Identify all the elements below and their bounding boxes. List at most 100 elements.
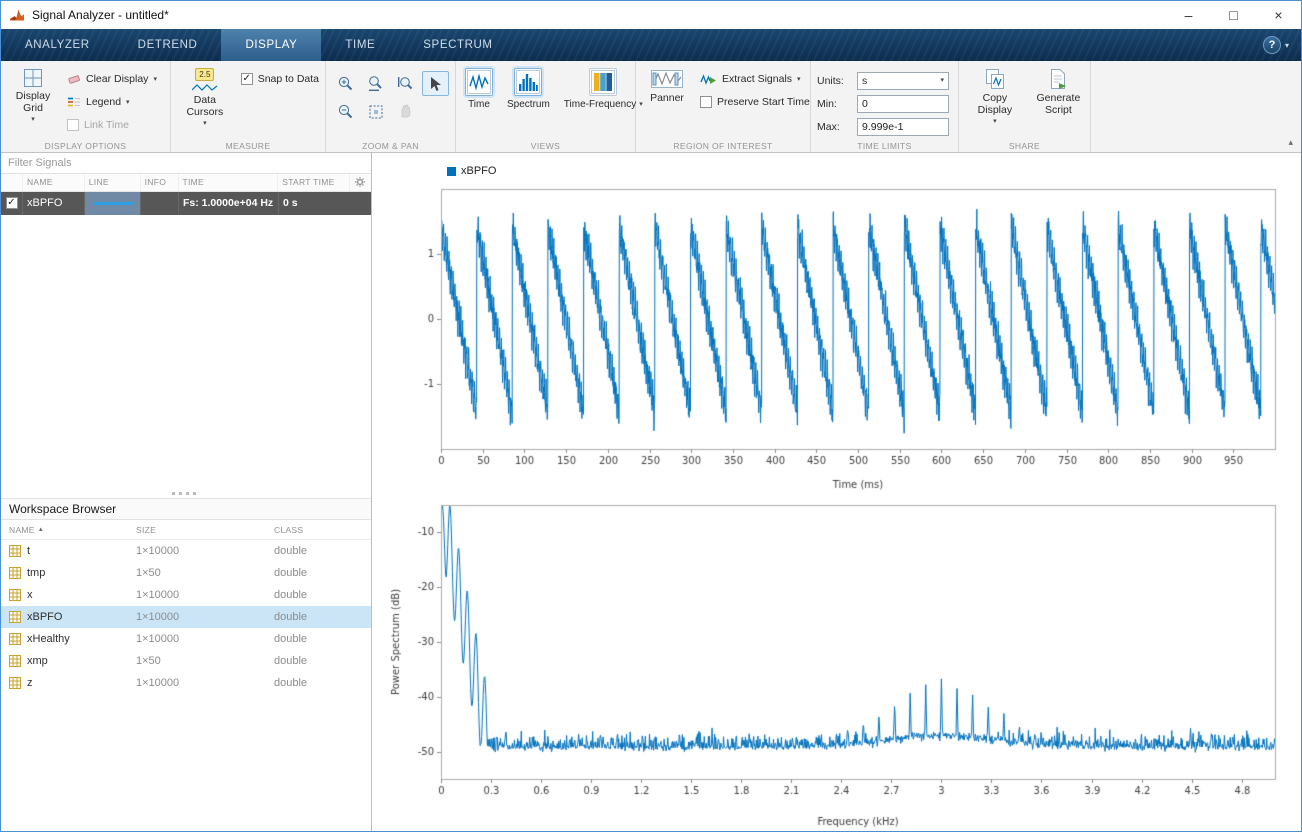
eraser-icon	[67, 73, 81, 85]
variable-icon	[9, 567, 21, 579]
variable-class: double	[274, 633, 354, 645]
chevron-down-icon: ▾	[153, 76, 157, 83]
minimize-button[interactable]: –	[1166, 1, 1211, 29]
time-plot-legend: xBPFO	[447, 165, 496, 177]
pointer-icon	[428, 76, 443, 92]
workspace-row[interactable]: tmp1×50double	[1, 562, 371, 584]
ribbon-filler: ▴	[1091, 61, 1301, 152]
time-plot-canvas[interactable]	[387, 187, 1287, 494]
generate-script-button[interactable]: Generate Script	[1033, 66, 1084, 136]
variable-size: 1×10000	[136, 633, 274, 645]
spectrum-view-icon	[516, 70, 540, 94]
signal-table-header: NAME LINE INFO TIME START TIME	[1, 174, 371, 192]
signal-name: xBPFO	[23, 192, 85, 215]
section-label: SHARE	[959, 141, 1090, 151]
variable-class: double	[274, 611, 354, 623]
help-menu[interactable]: ? ▾	[1263, 29, 1301, 61]
section-label: ZOOM & PAN	[326, 141, 455, 151]
workspace-header-name[interactable]: NAME ▲	[1, 525, 136, 535]
extract-signals-button[interactable]: Extract Signals ▾	[700, 70, 810, 88]
workspace-row[interactable]: xBPFO1×10000double	[1, 606, 371, 628]
window-title: Signal Analyzer - untitled*	[32, 8, 169, 22]
zoom-out-button[interactable]	[332, 99, 359, 124]
variable-name: x	[1, 589, 136, 601]
link-time-checkbox[interactable]: Link Time	[67, 116, 157, 134]
section-region-of-interest: Panner Extract Signals ▾ Preserve Start …	[636, 61, 811, 152]
signal-table-panel: NAME LINE INFO TIME START TIME ✓xBPFOFs:…	[1, 153, 372, 831]
section-share: Copy Display ▾ Generate Script SHARE	[959, 61, 1091, 152]
tab-spectrum[interactable]: SPECTRUM	[399, 29, 516, 61]
variable-name: xHealthy	[1, 633, 136, 645]
min-label: Min:	[817, 98, 851, 110]
extract-signals-icon	[700, 73, 717, 86]
close-button[interactable]: ×	[1256, 1, 1301, 29]
chevron-down-icon: ▾	[797, 76, 801, 83]
workspace-row[interactable]: z1×10000double	[1, 672, 371, 694]
copy-display-button[interactable]: Copy Display ▾	[965, 66, 1025, 136]
pointer-tool-button[interactable]	[422, 71, 449, 96]
variable-name: xBPFO	[1, 611, 136, 623]
workspace-rows: t1×10000doubletmp1×50doublex1×10000doubl…	[1, 540, 371, 694]
variable-class: double	[274, 677, 354, 689]
clear-display-button[interactable]: Clear Display ▾	[67, 70, 157, 88]
checkbox-checked-icon: ✓	[241, 73, 253, 85]
chevron-down-icon: ▾	[1285, 41, 1289, 50]
workspace-row[interactable]: x1×10000double	[1, 584, 371, 606]
workspace-browser-title: Workspace Browser	[1, 498, 371, 520]
legend-button[interactable]: Legend ▾	[67, 93, 157, 111]
variable-name: xmp	[1, 655, 136, 667]
header-info: INFO	[141, 174, 179, 191]
panel-splitter[interactable]	[1, 489, 371, 498]
signal-checkbox[interactable]: ✓	[1, 192, 23, 215]
variable-size: 1×50	[136, 567, 274, 579]
units-select[interactable]: s ▾	[857, 72, 949, 90]
zoom-out-icon	[337, 103, 354, 120]
workspace-header: NAME ▲ SIZE CLASS	[1, 520, 371, 540]
signal-analyzer-window: Signal Analyzer - untitled* – □ × ANALYZ…	[0, 0, 1302, 832]
spectrum-plot-canvas[interactable]	[387, 499, 1287, 831]
tab-display[interactable]: DISPLAY	[221, 29, 321, 61]
help-icon[interactable]: ?	[1263, 36, 1281, 54]
max-time-input[interactable]	[857, 118, 949, 136]
time-view-button[interactable]: Time	[462, 66, 496, 136]
tab-detrend[interactable]: DETREND	[114, 29, 222, 61]
workspace-header-size[interactable]: SIZE	[136, 525, 274, 535]
pan-button[interactable]	[392, 99, 419, 124]
table-settings-button[interactable]	[350, 174, 371, 191]
zoom-x-icon	[367, 75, 384, 92]
preserve-start-time-checkbox[interactable]: Preserve Start Time	[700, 93, 810, 111]
header-checkbox-cell	[1, 174, 23, 191]
header-start-time: START TIME	[278, 174, 350, 191]
signal-line-swatch	[85, 192, 141, 215]
panner-button[interactable]: Panner	[642, 66, 692, 136]
workspace-row[interactable]: xmp1×50double	[1, 650, 371, 672]
zoom-x-button[interactable]	[362, 71, 389, 96]
signal-row[interactable]: ✓xBPFOFs: 1.0000e+04 Hz0 s	[1, 192, 371, 215]
tab-time[interactable]: TIME	[321, 29, 399, 61]
workspace-header-class[interactable]: CLASS	[274, 525, 354, 535]
snap-to-data-checkbox[interactable]: ✓ Snap to Data	[241, 70, 319, 88]
display-grid-button[interactable]: Display Grid ▾	[7, 66, 59, 136]
filter-signals-input[interactable]	[1, 154, 371, 174]
time-frequency-view-button[interactable]: Time-Frequency ▾	[561, 66, 646, 136]
fit-to-view-button[interactable]	[362, 99, 389, 124]
zoom-in-icon	[337, 75, 354, 92]
display-grid-icon	[23, 68, 43, 88]
maximize-button[interactable]: □	[1211, 1, 1256, 29]
matlab-logo-icon	[9, 7, 25, 23]
workspace-row[interactable]: t1×10000double	[1, 540, 371, 562]
display-area: xBPFO	[373, 153, 1301, 831]
data-cursors-button[interactable]: 2.5 Data Cursors ▾	[177, 66, 233, 136]
time-view-icon	[467, 70, 491, 94]
min-time-input[interactable]	[857, 95, 949, 113]
tab-analyzer[interactable]: ANALYZER	[1, 29, 114, 61]
workspace-row[interactable]: xHealthy1×10000double	[1, 628, 371, 650]
legend-swatch-icon	[447, 167, 456, 176]
collapse-ribbon-button[interactable]: ▴	[1288, 137, 1293, 148]
spectrum-view-button[interactable]: Spectrum	[504, 66, 553, 136]
legend-label: xBPFO	[461, 165, 496, 177]
copy-display-label: Copy Display	[968, 92, 1022, 116]
generate-script-label: Generate Script	[1032, 92, 1084, 116]
zoom-in-button[interactable]	[332, 71, 359, 96]
zoom-y-button[interactable]	[392, 71, 419, 96]
